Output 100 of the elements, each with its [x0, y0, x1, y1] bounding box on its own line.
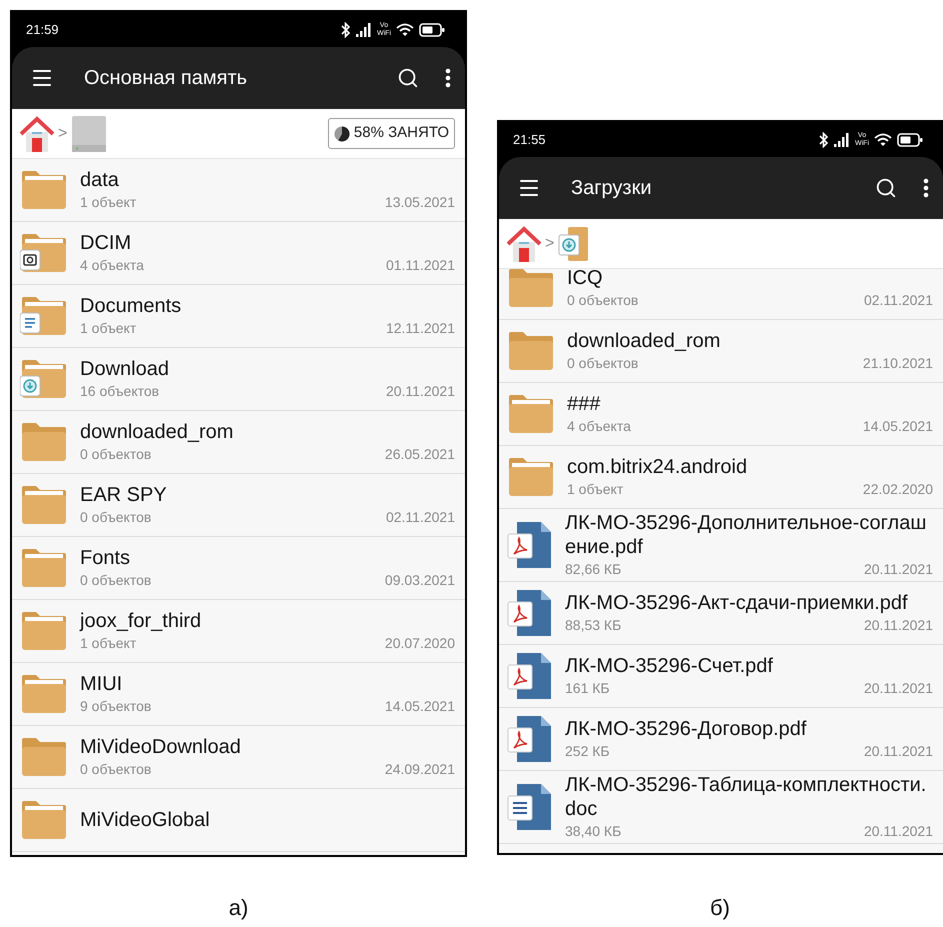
file-name: Fonts: [80, 546, 132, 570]
breadcrumb-separator: >: [58, 124, 68, 144]
file-list-row[interactable]: ЛК-МО-35296-Акт-сдачи-приемки.pdf 88,53 КБ 20.11.2021: [499, 582, 943, 645]
item-date: 02.11.2021: [386, 508, 455, 527]
file-name: MiVideoGlobal: [80, 808, 211, 832]
search-icon: [397, 67, 419, 89]
item-detail: 88,53 КБ: [565, 616, 622, 635]
item-date: 09.03.2021: [384, 571, 455, 590]
more-button[interactable]: [445, 68, 451, 88]
item-date: 20.11.2021: [864, 822, 933, 841]
file-list-row[interactable]: ЛК-МО-35296-Таблица-комплектности.doc 38,40 КБ 20.11.2021: [499, 771, 943, 844]
item-date: 13.05.2021: [384, 193, 455, 212]
file-list-row[interactable]: MIUI 9 объектов 14.05.2021: [12, 663, 465, 726]
item-detail: 16 объектов: [80, 382, 160, 401]
file-list-row[interactable]: ЛК-МО-35296-Дополнительное-соглашение.pdf 82,66 КБ 20.11.2021: [499, 509, 943, 582]
file-list-row[interactable]: MiVideoGlobal: [12, 789, 465, 852]
word-file-icon: [507, 782, 553, 832]
file-name: MiVideoDownload: [80, 735, 242, 759]
folder-icon: [20, 799, 68, 841]
file-name: downloaded_rom: [80, 420, 234, 444]
file-name: EAR SPY: [80, 483, 168, 507]
wifi-icon: [396, 22, 414, 36]
file-list-row[interactable]: com.bitrix24.android 1 объект 22.02.2020: [499, 446, 943, 509]
item-detail: 0 объектов: [567, 354, 638, 373]
camera-folder-icon: [20, 232, 68, 274]
file-list-row[interactable]: joox_for_third 1 объект 20.07.2020: [12, 600, 465, 663]
item-date: 20.07.2020: [384, 634, 455, 653]
file-name: MIUI: [80, 672, 124, 696]
folder-icon: [20, 610, 68, 652]
figure-caption: б): [710, 894, 730, 922]
battery-icon: [897, 132, 923, 146]
more-icon: [923, 178, 929, 198]
item-detail: 252 КБ: [565, 742, 610, 761]
file-list-row[interactable]: ЛК-МО-35296-Договор.pdf 252 КБ 20.11.2021: [499, 708, 943, 771]
file-list-row[interactable]: Download 16 объектов 20.11.2021: [12, 348, 465, 411]
folder-icon: [507, 330, 555, 372]
folder-icon: [20, 547, 68, 589]
item-date: 20.11.2021: [386, 382, 455, 401]
toolbar-title: Основная память: [84, 66, 248, 91]
item-detail: 161 КБ: [565, 679, 610, 698]
storage-pie-icon: [334, 126, 350, 142]
file-name: data: [80, 168, 120, 192]
battery-icon: [419, 22, 445, 36]
item-date: 22.02.2020: [862, 480, 933, 499]
bluetooth-icon: [819, 132, 829, 148]
item-date: 12.11.2021: [386, 319, 455, 338]
file-list-row[interactable]: downloaded_rom 0 объектов 21.10.2021: [499, 320, 943, 383]
file-list-row[interactable]: ICQ 0 объектов 02.11.2021: [499, 269, 943, 320]
item-date: 02.11.2021: [864, 291, 933, 310]
download-folder-icon[interactable]: [558, 226, 590, 262]
file-list-row[interactable]: DCIM 4 объекта 01.11.2021: [12, 222, 465, 285]
file-list-row[interactable]: ЛК-МО-35296-Счет.pdf 161 КБ 20.11.2021: [499, 645, 943, 708]
home-icon[interactable]: [20, 116, 54, 152]
item-detail: 1 объект: [567, 480, 624, 499]
file-name: ЛК-МО-35296-Таблица-комплектности.doc: [565, 773, 928, 821]
file-name: ###: [567, 392, 602, 416]
pdf-file-icon: [507, 520, 553, 570]
file-list-row[interactable]: EAR SPY 0 объектов 02.11.2021: [12, 474, 465, 537]
folder-icon: [20, 421, 68, 463]
home-icon[interactable]: [507, 226, 541, 262]
item-detail: 1 объект: [80, 319, 136, 338]
search-button[interactable]: [875, 177, 897, 199]
file-name: com.bitrix24.android: [567, 455, 748, 479]
file-list-row[interactable]: MiVideoDownload 0 объектов 24.09.2021: [12, 726, 465, 789]
more-button[interactable]: [923, 178, 929, 198]
file-name: Download: [80, 357, 170, 381]
wifi-icon: [874, 132, 892, 146]
download-folder-icon: [20, 358, 68, 400]
item-detail: 1 объект: [80, 634, 136, 653]
pdf-file-icon: [507, 714, 553, 764]
status-time: 21:55: [513, 130, 546, 149]
file-name: joox_for_third: [80, 609, 202, 633]
status-time: 21:59: [26, 20, 59, 39]
search-button[interactable]: [397, 67, 419, 89]
file-list-row[interactable]: data 1 объект 13.05.2021: [12, 159, 465, 222]
item-detail: 0 объектов: [80, 508, 152, 527]
folder-icon: [507, 269, 555, 309]
figure-caption: а): [228, 894, 248, 922]
item-detail: 4 объекта: [80, 256, 144, 275]
folder-icon: [20, 169, 68, 211]
item-detail: 0 объектов: [80, 760, 152, 779]
item-date: 01.11.2021: [386, 256, 455, 275]
item-detail: 0 объектов: [80, 571, 152, 590]
storage-badge[interactable]: 58% ЗАНЯТО: [328, 118, 455, 149]
folder-icon: [507, 456, 555, 498]
file-name: ЛК-МО-35296-Договор.pdf: [565, 717, 808, 741]
toolbar-title: Загрузки: [571, 176, 652, 201]
file-list-row[interactable]: ### 4 объекта 14.05.2021: [499, 383, 943, 446]
file-list-row[interactable]: downloaded_rom 0 объектов 26.05.2021: [12, 411, 465, 474]
signal-icon: [356, 22, 372, 36]
item-detail: 82,66 КБ: [565, 560, 622, 579]
folder-icon: [20, 736, 68, 778]
search-icon: [875, 177, 897, 199]
item-detail: 1 объект: [80, 193, 136, 212]
file-name: ICQ: [567, 269, 604, 290]
file-list-row[interactable]: Fonts 0 объектов 09.03.2021: [12, 537, 465, 600]
file-list-row[interactable]: Documents 1 объект 12.11.2021: [12, 285, 465, 348]
folder-icon: [20, 673, 68, 715]
folder-icon: [507, 393, 555, 435]
item-date: 21.10.2021: [862, 354, 933, 373]
